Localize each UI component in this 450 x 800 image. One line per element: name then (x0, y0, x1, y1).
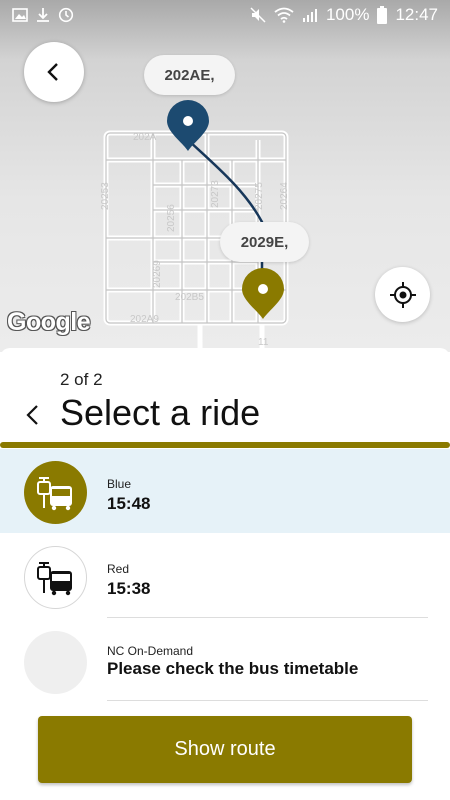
divider (107, 617, 428, 618)
ride-option-on-demand[interactable]: NC On-Demand Please check the bus timeta… (0, 619, 450, 703)
my-location-button[interactable] (375, 267, 430, 322)
step-indicator: 2 of 2 (60, 370, 103, 389)
show-route-button[interactable]: Show route (38, 716, 412, 783)
power-icon (58, 7, 74, 23)
street-label: 202B5 (175, 292, 204, 303)
ride-time: 15:48 (107, 494, 151, 513)
clock: 12:47 (395, 5, 438, 24)
destination-stop-label[interactable]: 2029E, (220, 222, 309, 262)
battery-percent: 100% (325, 5, 370, 24)
status-bar: 100% 12:47 (0, 0, 450, 30)
ride-icon-circle (24, 546, 87, 609)
ride-icon-circle (24, 461, 87, 524)
destination-marker (242, 268, 284, 319)
ride-name: NC On-Demand (107, 644, 194, 658)
back-button[interactable] (24, 42, 84, 102)
street-label: 20273 (210, 180, 221, 208)
ride-time: Please check the bus timetable (107, 659, 359, 678)
ride-option-red[interactable]: Red 15:38 (0, 534, 450, 618)
wifi-icon (274, 7, 294, 23)
ride-option-blue[interactable]: Blue 15:48 (0, 449, 450, 533)
origin-stop-label[interactable]: 202AE, (144, 55, 235, 95)
crosshair-icon (389, 281, 416, 308)
ride-icon-placeholder (24, 631, 87, 694)
download-icon (37, 8, 49, 22)
street-label: 202A9 (130, 314, 159, 325)
street-label: 202A (133, 132, 157, 143)
signal-icon (302, 9, 317, 22)
ride-selection-sheet: 2 of 2 Select a ride Blue 15:48 Red 15:3… (0, 348, 450, 800)
bus-stop-icon (36, 476, 72, 510)
map-view[interactable]: 202A 20253 20256 20273 20275 20269 202B5… (0, 0, 450, 352)
bus-stop-icon (36, 561, 72, 595)
street-label: 20269 (152, 260, 163, 288)
mute-icon (250, 7, 266, 23)
street-label: 20264 (279, 182, 290, 210)
chevron-left-icon (47, 63, 58, 81)
street-label: 20256 (166, 204, 177, 232)
accent-divider (0, 442, 450, 448)
street-label: 20253 (100, 182, 111, 210)
ride-time: 15:38 (107, 579, 151, 598)
street-label: 11 (258, 337, 269, 348)
sheet-back-button[interactable] (18, 400, 48, 430)
chevron-left-icon (26, 405, 38, 425)
image-icon (12, 8, 28, 22)
battery-icon (377, 6, 388, 24)
google-logo: Google (7, 308, 91, 336)
page-title: Select a ride (60, 392, 261, 433)
divider (107, 700, 428, 701)
ride-name: Blue (107, 477, 132, 491)
street-label: 20275 (254, 182, 265, 210)
ride-name: Red (107, 562, 130, 576)
origin-marker (167, 100, 209, 151)
